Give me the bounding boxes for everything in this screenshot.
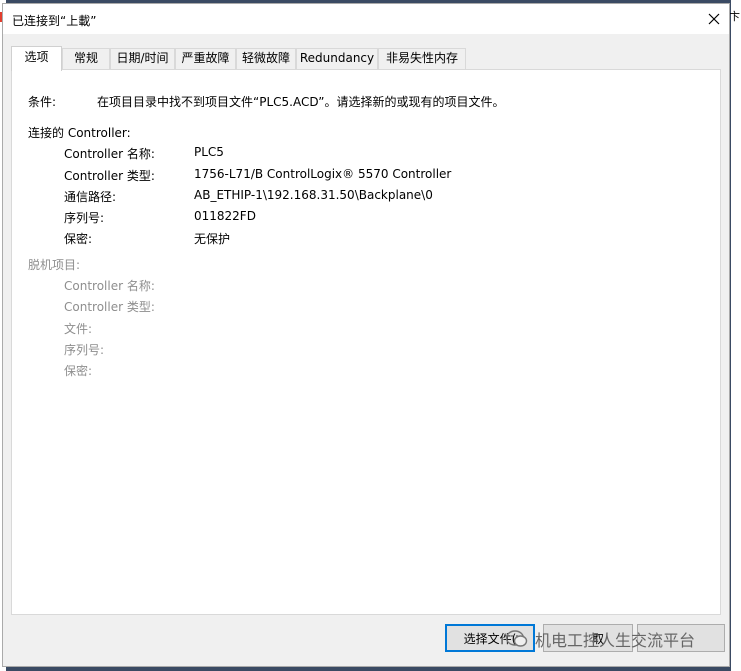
title-bar: 已连接到“上載” [3, 4, 729, 34]
dialog-title: 已连接到“上載” [12, 14, 97, 28]
tab-options[interactable]: 选项 [11, 46, 62, 71]
connected-heading: 连接的 Controller: [28, 126, 131, 140]
connected-serial-label: 序列号: [64, 211, 105, 225]
condition-label: 条件: [28, 95, 57, 109]
offline-heading: 脱机项目: [28, 258, 81, 272]
connected-type-label: Controller 类型: [64, 169, 155, 183]
options-panel: 条件: 在项目目录中找不到项目文件“PLC5.ACD”。请选择新的或现有的项目文… [11, 69, 721, 615]
offline-serial-label: 序列号: [64, 343, 105, 357]
offline-name-label: Controller 名称: [64, 279, 155, 293]
background-text: 卞 [729, 10, 740, 23]
tab-general[interactable]: 常规 [62, 48, 110, 69]
connected-dialog: 已连接到“上載” 选项 常规 日期/时间 严重故障 轻微故障 Redundanc… [2, 3, 730, 667]
offline-security-label: 保密: [64, 364, 93, 378]
connected-path-label: 通信路径: [64, 190, 117, 204]
connected-name-value: PLC5 [194, 145, 224, 159]
tab-major-faults[interactable]: 严重故障 [175, 48, 236, 69]
close-button[interactable] [699, 4, 729, 34]
tab-date-time[interactable]: 日期/时间 [110, 48, 175, 69]
connected-security-label: 保密: [64, 232, 93, 246]
offline-type-label: Controller 类型: [64, 300, 155, 314]
tab-nonvolatile-memory[interactable]: 非易失性内存 [378, 48, 466, 69]
tab-redundancy[interactable]: Redundancy [296, 48, 378, 69]
connected-type-value: 1756-L71/B ControlLogix® 5570 Controller [194, 167, 452, 181]
close-icon [708, 13, 720, 25]
wechat-icon [505, 630, 528, 647]
condition-text: 在项目目录中找不到项目文件“PLC5.ACD”。请选择新的或现有的项目文件。 [97, 95, 505, 109]
tab-minor-faults[interactable]: 轻微故障 [236, 48, 296, 69]
connected-name-label: Controller 名称: [64, 147, 155, 161]
connected-security-value: 无保护 [194, 232, 231, 246]
watermark: 机电工控人生交流平台 [505, 628, 695, 650]
connected-path-value: AB_ETHIP-1\192.168.31.50\Backplane\0 [194, 188, 433, 202]
background-right-strip: 卞 [729, 0, 741, 671]
watermark-text: 机电工控人生交流平台 [535, 631, 696, 650]
connected-serial-value: 011822FD [194, 209, 256, 223]
offline-file-label: 文件: [64, 322, 93, 336]
